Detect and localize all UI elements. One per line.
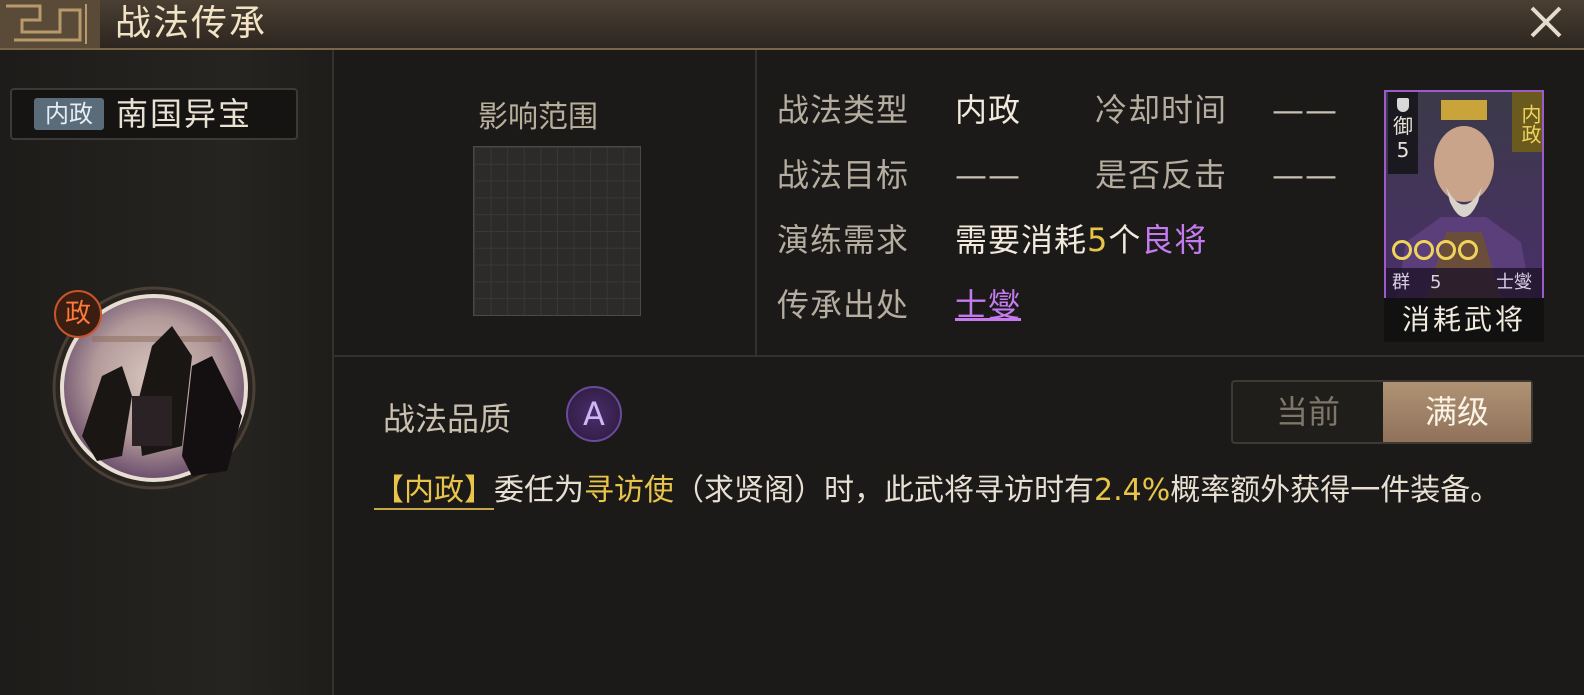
requirement-value: 需要消耗5个良将 <box>955 220 1207 260</box>
troop-badge: 御 5 <box>1388 92 1418 174</box>
description-tag: 【内政】 <box>374 473 494 510</box>
faction-label: 群 <box>1392 272 1410 293</box>
counter-label: 是否反击 <box>1095 156 1228 194</box>
target-label: 战法目标 <box>777 156 910 194</box>
shield-icon <box>1397 98 1409 112</box>
star-icon <box>1458 240 1478 260</box>
type-label: 战法类型 <box>777 91 910 129</box>
divider-vertical <box>755 50 757 355</box>
source-general-link[interactable]: 士燮 <box>955 285 1021 325</box>
consume-general-caption: 消耗武将 <box>1384 298 1544 342</box>
star-row <box>1392 240 1492 264</box>
star-icon <box>1436 240 1456 260</box>
title-bar: 战法传承 <box>0 0 1584 50</box>
requirement-prefix: 需要消耗 <box>955 221 1088 259</box>
skill-description: 【内政】委任为寻访使（求贤阁）时，此武将寻访时有2.4%概率额外获得一件装备。 <box>374 466 1534 516</box>
tab-current[interactable]: 当前 <box>1233 382 1383 442</box>
window-title: 战法传承 <box>115 3 268 44</box>
skill-name-tag: 内政 南国异宝 <box>10 88 298 140</box>
troop-label: 御 <box>1393 114 1413 138</box>
requirement-label: 演练需求 <box>777 221 910 259</box>
cost-label: 5 <box>1430 272 1442 293</box>
level-toggle: 当前 满级 <box>1231 380 1533 444</box>
close-icon[interactable] <box>1526 2 1566 42</box>
star-icon <box>1392 240 1412 260</box>
range-grid <box>473 146 641 316</box>
source-label: 传承出处 <box>777 286 910 324</box>
skill-category-badge: 内政 <box>34 98 104 130</box>
general-name: 士燮 <box>1496 272 1532 293</box>
range-label: 影响范围 <box>478 100 598 135</box>
quality-label: 战法品质 <box>383 400 512 438</box>
description-part3: 概率额外获得一件装备。 <box>1170 473 1501 508</box>
cooldown-value: —— <box>1272 91 1338 129</box>
divider-horizontal <box>334 355 1584 357</box>
requirement-unit: 个 <box>1108 221 1142 259</box>
tab-max-level[interactable]: 满级 <box>1383 382 1531 442</box>
type-value: 内政 <box>955 91 1022 129</box>
troop-number: 5 <box>1396 138 1410 162</box>
cooldown-label: 冷却时间 <box>1095 91 1228 129</box>
star-icon <box>1414 240 1434 260</box>
medal-badge: 政 <box>54 290 102 338</box>
title-ornament-icon <box>0 0 100 48</box>
card-footer: 群 5 士燮 <box>1386 268 1542 298</box>
requirement-item-link[interactable]: 良将 <box>1141 221 1207 259</box>
skill-name: 南国异宝 <box>116 95 253 133</box>
requirement-count: 5 <box>1087 221 1109 259</box>
description-role: 寻访使 <box>584 473 674 508</box>
description-percent: 2.4% <box>1094 473 1171 508</box>
quality-grade-badge: A <box>566 386 622 442</box>
description-part1: 委任为 <box>494 473 584 508</box>
target-value: —— <box>955 156 1021 194</box>
description-part2: （求贤阁）时，此武将寻访时有 <box>674 473 1094 508</box>
card-skill-tag: 内政 <box>1512 92 1542 152</box>
counter-value: —— <box>1272 156 1338 194</box>
